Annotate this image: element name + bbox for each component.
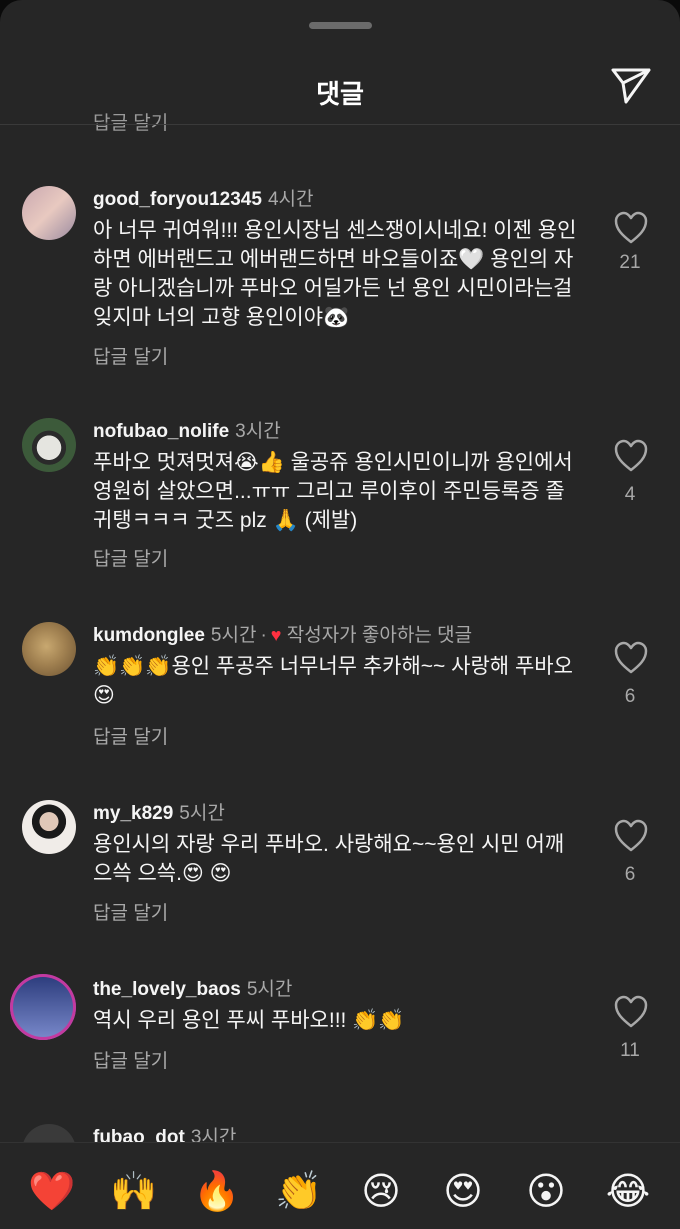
header-divider [0,124,680,125]
fire-icon[interactable]: 🔥 [193,1169,240,1215]
avatar[interactable] [10,974,76,1040]
avatar[interactable] [22,622,76,676]
raising-hands-icon[interactable]: 🙌 [110,1169,157,1215]
heart-icon[interactable] [612,436,650,476]
like-count: 11 [620,1040,640,1061]
drag-handle[interactable] [309,22,372,29]
timestamp: 3시간 [235,421,281,442]
avatar[interactable] [22,418,76,472]
liked-by-author-label: 작성자가 좋아하는 댓글 [286,625,473,646]
heart-icon[interactable] [612,208,650,248]
surprised-face-icon[interactable]: 😮 [523,1169,569,1215]
heart-icon[interactable] [612,638,650,678]
timestamp: 4시간 [267,189,314,210]
heart-eyes-icon[interactable]: 😍 [440,1169,486,1215]
like-count: 6 [624,864,636,885]
reply-button[interactable]: 답글 달기 [93,544,168,571]
author-liked-heart-icon: ♥ [270,625,282,645]
timestamp: 5시간 [246,979,293,1000]
comment-text: 👏👏👏용인 푸공주 너무너무 추카해~~ 사랑해 푸바오😍 [93,655,573,707]
comment-meta: kumdonglee 5시간 · ♥ 작성자가 좋아하는 댓글 [93,620,472,647]
comments-sheet: 댓글 답글 달기 good_foryou12345 4시간 아 너무 귀여워!!!… [0,0,680,1229]
crying-face-icon[interactable]: 😢 [358,1169,404,1215]
like-count: 4 [624,484,636,505]
separator-dot: · [260,625,267,646]
tears-of-joy-icon[interactable]: 😂 [605,1169,651,1215]
comment-text: 용인시의 자랑 우리 푸바오. 사랑해요~~용인 시민 어깨 으쓱 으쓱.😍 😍 [93,833,565,885]
comment-item: the_lovely_baos 5시간 역시 우리 용인 푸씨 푸바오!!! 👏👏… [0,974,680,1086]
comment-text: 푸바오 멋져멋져😭👍 울공쥬 용인시민이니까 용인에서 영원히 살았으면...ㅠ… [93,451,573,532]
reply-button[interactable]: 답글 달기 [93,342,168,369]
heart-icon[interactable] [612,992,650,1032]
reply-button[interactable]: 답글 달기 [93,722,168,749]
reply-button[interactable]: 답글 달기 [93,898,168,925]
username[interactable]: my_k829 [93,803,173,824]
username[interactable]: good_foryou12345 [93,189,262,210]
comment-meta: good_foryou12345 4시간 [93,184,313,211]
heart-icon[interactable] [612,816,650,856]
comment-item: kumdonglee 5시간 · ♥ 작성자가 좋아하는 댓글 👏👏👏용인 푸공주 너… [0,622,680,752]
comment-item: nofubao_nolife 3시간 푸바오 멋져멋져😭👍 울공쥬 용인시민이니까… [0,418,680,578]
like-count: 21 [619,252,641,273]
timestamp: 5시간 [210,625,257,646]
avatar[interactable] [22,800,76,854]
comment-meta: my_k829 5시간 [93,798,225,825]
page-title: 댓글 [316,79,364,109]
partial-reply-link[interactable]: 답글 달기 [93,108,168,135]
comment-text: 역시 우리 용인 푸씨 푸바오!!! 👏👏 [93,1009,405,1032]
like-count: 6 [624,686,636,707]
comment-item: good_foryou12345 4시간 아 너무 귀여워!!! 용인시장님 센스… [0,186,680,376]
reply-button[interactable]: 답글 달기 [93,1046,168,1073]
username[interactable]: kumdonglee [93,625,205,646]
username[interactable]: the_lovely_baos [93,979,241,1000]
red-heart-icon[interactable]: ❤️ [28,1169,75,1215]
timestamp: 5시간 [179,803,225,824]
clapping-hands-icon[interactable]: 👏 [275,1169,322,1215]
comment-text: 아 너무 귀여워!!! 용인시장님 센스쟁이시네요! 이젠 용인 하면 에버랜드… [93,219,577,329]
comment-meta: nofubao_nolife 3시간 [93,416,281,443]
comment-item: my_k829 5시간 용인시의 자랑 우리 푸바오. 사랑해요~~용인 시민 어… [0,800,680,930]
avatar[interactable] [22,186,76,240]
username[interactable]: nofubao_nolife [93,421,229,442]
send-icon[interactable] [610,66,652,106]
comment-meta: the_lovely_baos 5시간 [93,974,292,1001]
emoji-reaction-bar: ❤️ 🙌 🔥 👏 😢 😍 😮 😂 [0,1142,680,1229]
